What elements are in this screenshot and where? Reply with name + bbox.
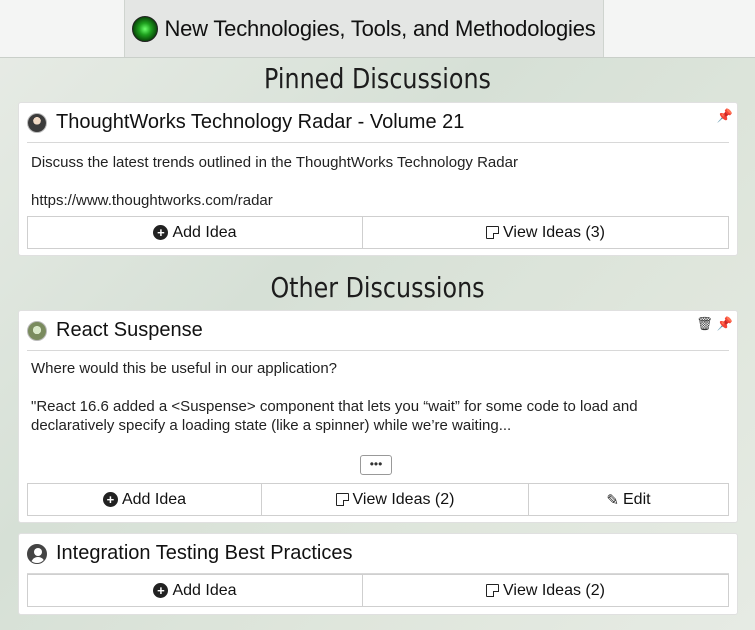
plus-circle-icon: + [153,583,169,598]
user-photo-icon [27,112,47,133]
pin-icon[interactable]: 📌 [717,316,733,332]
discussion-controls: 🗑 📌 [696,316,733,332]
sticky-note-icon [486,584,499,597]
edit-icon: ✎ [606,491,619,509]
view-ideas-label: View Ideas (2) [503,581,605,599]
edit-button[interactable]: ✎ Edit [529,484,728,515]
discussion-title: React Suspense [56,319,203,341]
add-idea-label: Add Idea [172,581,237,599]
topic-header: New Technologies, Tools, and Methodologi… [125,0,603,57]
add-idea-label: Add Idea [172,223,237,241]
discussion-actions: + Add Idea View Ideas (2) ✎ Edit [27,483,729,516]
discussion-controls: 📌 [717,108,733,124]
discussion-card: ThoughtWorks Technology Radar - Volume 2… [18,102,738,256]
discussion-header: ThoughtWorks Technology Radar - Volume 2… [27,103,729,143]
edit-label: Edit [623,490,651,508]
show-more-button[interactable]: ••• [360,455,392,475]
discussion-body: Discuss the latest trends outlined in th… [31,153,725,210]
discussion-card: React Suspense 🗑 📌 Where would this be u… [18,310,738,523]
discussion-description: Where would this be useful in our applic… [31,360,638,434]
pin-icon[interactable]: 📌 [717,108,733,124]
discussion-description: Discuss the latest trends outlined in th… [31,154,518,209]
discussion-title: ThoughtWorks Technology Radar - Volume 2… [56,111,465,133]
other-discussions-heading: Other Discussions [270,271,485,304]
top-bar-right [603,0,755,57]
topic-title: New Technologies, Tools, and Methodologi… [164,15,596,41]
sticky-note-icon [486,226,499,239]
top-bar: New Technologies, Tools, and Methodologi… [0,0,755,58]
view-ideas-button[interactable]: View Ideas (2) [262,484,529,515]
add-idea-button[interactable]: + Add Idea [28,575,363,606]
add-idea-button[interactable]: + Add Idea [28,484,262,515]
add-idea-button[interactable]: + Add Idea [28,217,363,248]
discussion-header: React Suspense [27,311,729,351]
view-ideas-button[interactable]: View Ideas (3) [363,217,728,248]
radar-icon [132,15,159,42]
discussion-actions: + Add Idea View Ideas (3) [27,216,729,249]
discussion-card: Integration Testing Best Practices + Add… [18,533,738,615]
view-ideas-button[interactable]: View Ideas (2) [363,575,728,606]
user-photo-icon [27,320,47,341]
sticky-note-icon [335,493,349,506]
trash-icon[interactable]: 🗑 [696,316,713,332]
discussion-header: Integration Testing Best Practices [27,534,729,574]
plus-circle-icon: + [153,225,169,240]
user-circle-icon [27,543,47,564]
plus-circle-icon: + [102,492,118,507]
view-ideas-label: View Ideas (3) [503,223,605,241]
pinned-discussions-heading: Pinned Discussions [264,62,491,95]
view-ideas-label: View Ideas (2) [352,490,455,508]
discussion-actions: + Add Idea View Ideas (2) [27,574,729,607]
discussion-body: Where would this be useful in our applic… [31,359,725,435]
discussion-title: Integration Testing Best Practices [56,542,353,564]
add-idea-label: Add Idea [121,490,187,508]
top-bar-left [0,0,125,57]
